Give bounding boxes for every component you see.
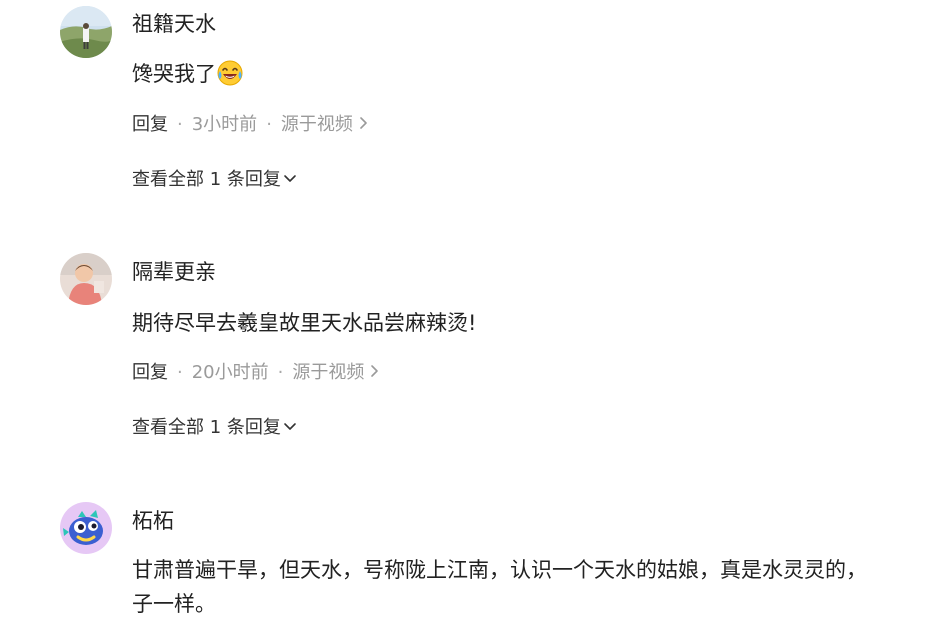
meta-separator: ·: [177, 114, 183, 135]
view-all-replies-label: 查看全部 1 条回复: [132, 417, 281, 438]
timestamp: 20小时前: [191, 362, 269, 383]
avatar-photo-landscape: [60, 6, 112, 58]
comment-text-line: 子一样。: [132, 592, 216, 616]
comment-meta: 回复 · 3小时前 · 源于视频: [132, 112, 368, 138]
view-all-replies-button[interactable]: 查看全部 1 条回复: [132, 166, 297, 193]
reply-button[interactable]: 回复: [132, 114, 168, 135]
laughing-crying-emoji-icon: [217, 59, 243, 99]
reply-button[interactable]: 回复: [132, 362, 168, 383]
source-link[interactable]: 源于视频: [281, 114, 368, 135]
chevron-down-icon: [283, 166, 297, 192]
chevron-right-icon: [359, 112, 368, 138]
source-link[interactable]: 源于视频: [292, 362, 379, 383]
meta-separator: ·: [277, 362, 284, 383]
comment-text-content: 馋哭我了: [132, 62, 216, 86]
avatar[interactable]: [60, 253, 112, 305]
comment-text: 甘肃普遍干旱，但天水，号称陇上江南，认识一个天水的姑娘，真是水灵灵的， 子一样。: [132, 550, 867, 624]
avatar[interactable]: [60, 6, 112, 58]
comment-text-line: 甘肃普遍干旱，但天水，号称陇上江南，认识一个天水的姑娘，真是水灵灵的，: [132, 558, 867, 582]
meta-separator: ·: [177, 362, 183, 383]
avatar[interactable]: [60, 502, 112, 554]
comment-text: 馋哭我了: [132, 54, 243, 99]
view-all-replies-label: 查看全部 1 条回复: [132, 169, 281, 190]
comment-text: 期待尽早去羲皇故里天水品尝麻辣烫!: [132, 303, 476, 343]
username[interactable]: 祖籍天水: [132, 10, 216, 38]
chevron-right-icon: [370, 360, 379, 386]
source-link-label: 源于视频: [280, 114, 353, 135]
timestamp: 3小时前: [191, 114, 258, 135]
username[interactable]: 柘柘: [132, 507, 174, 535]
comment-meta: 回复 · 20小时前 · 源于视频: [132, 360, 379, 386]
chevron-down-icon: [283, 414, 297, 440]
view-all-replies-button[interactable]: 查看全部 1 条回复: [132, 414, 297, 441]
meta-separator: ·: [266, 114, 272, 135]
avatar-cartoon-fish: [60, 502, 112, 554]
comment-text-content: 期待尽早去羲皇故里天水品尝麻辣烫!: [132, 311, 477, 335]
avatar-photo-child: [60, 253, 112, 305]
source-link-label: 源于视频: [292, 362, 365, 383]
username[interactable]: 隔辈更亲: [132, 258, 216, 286]
